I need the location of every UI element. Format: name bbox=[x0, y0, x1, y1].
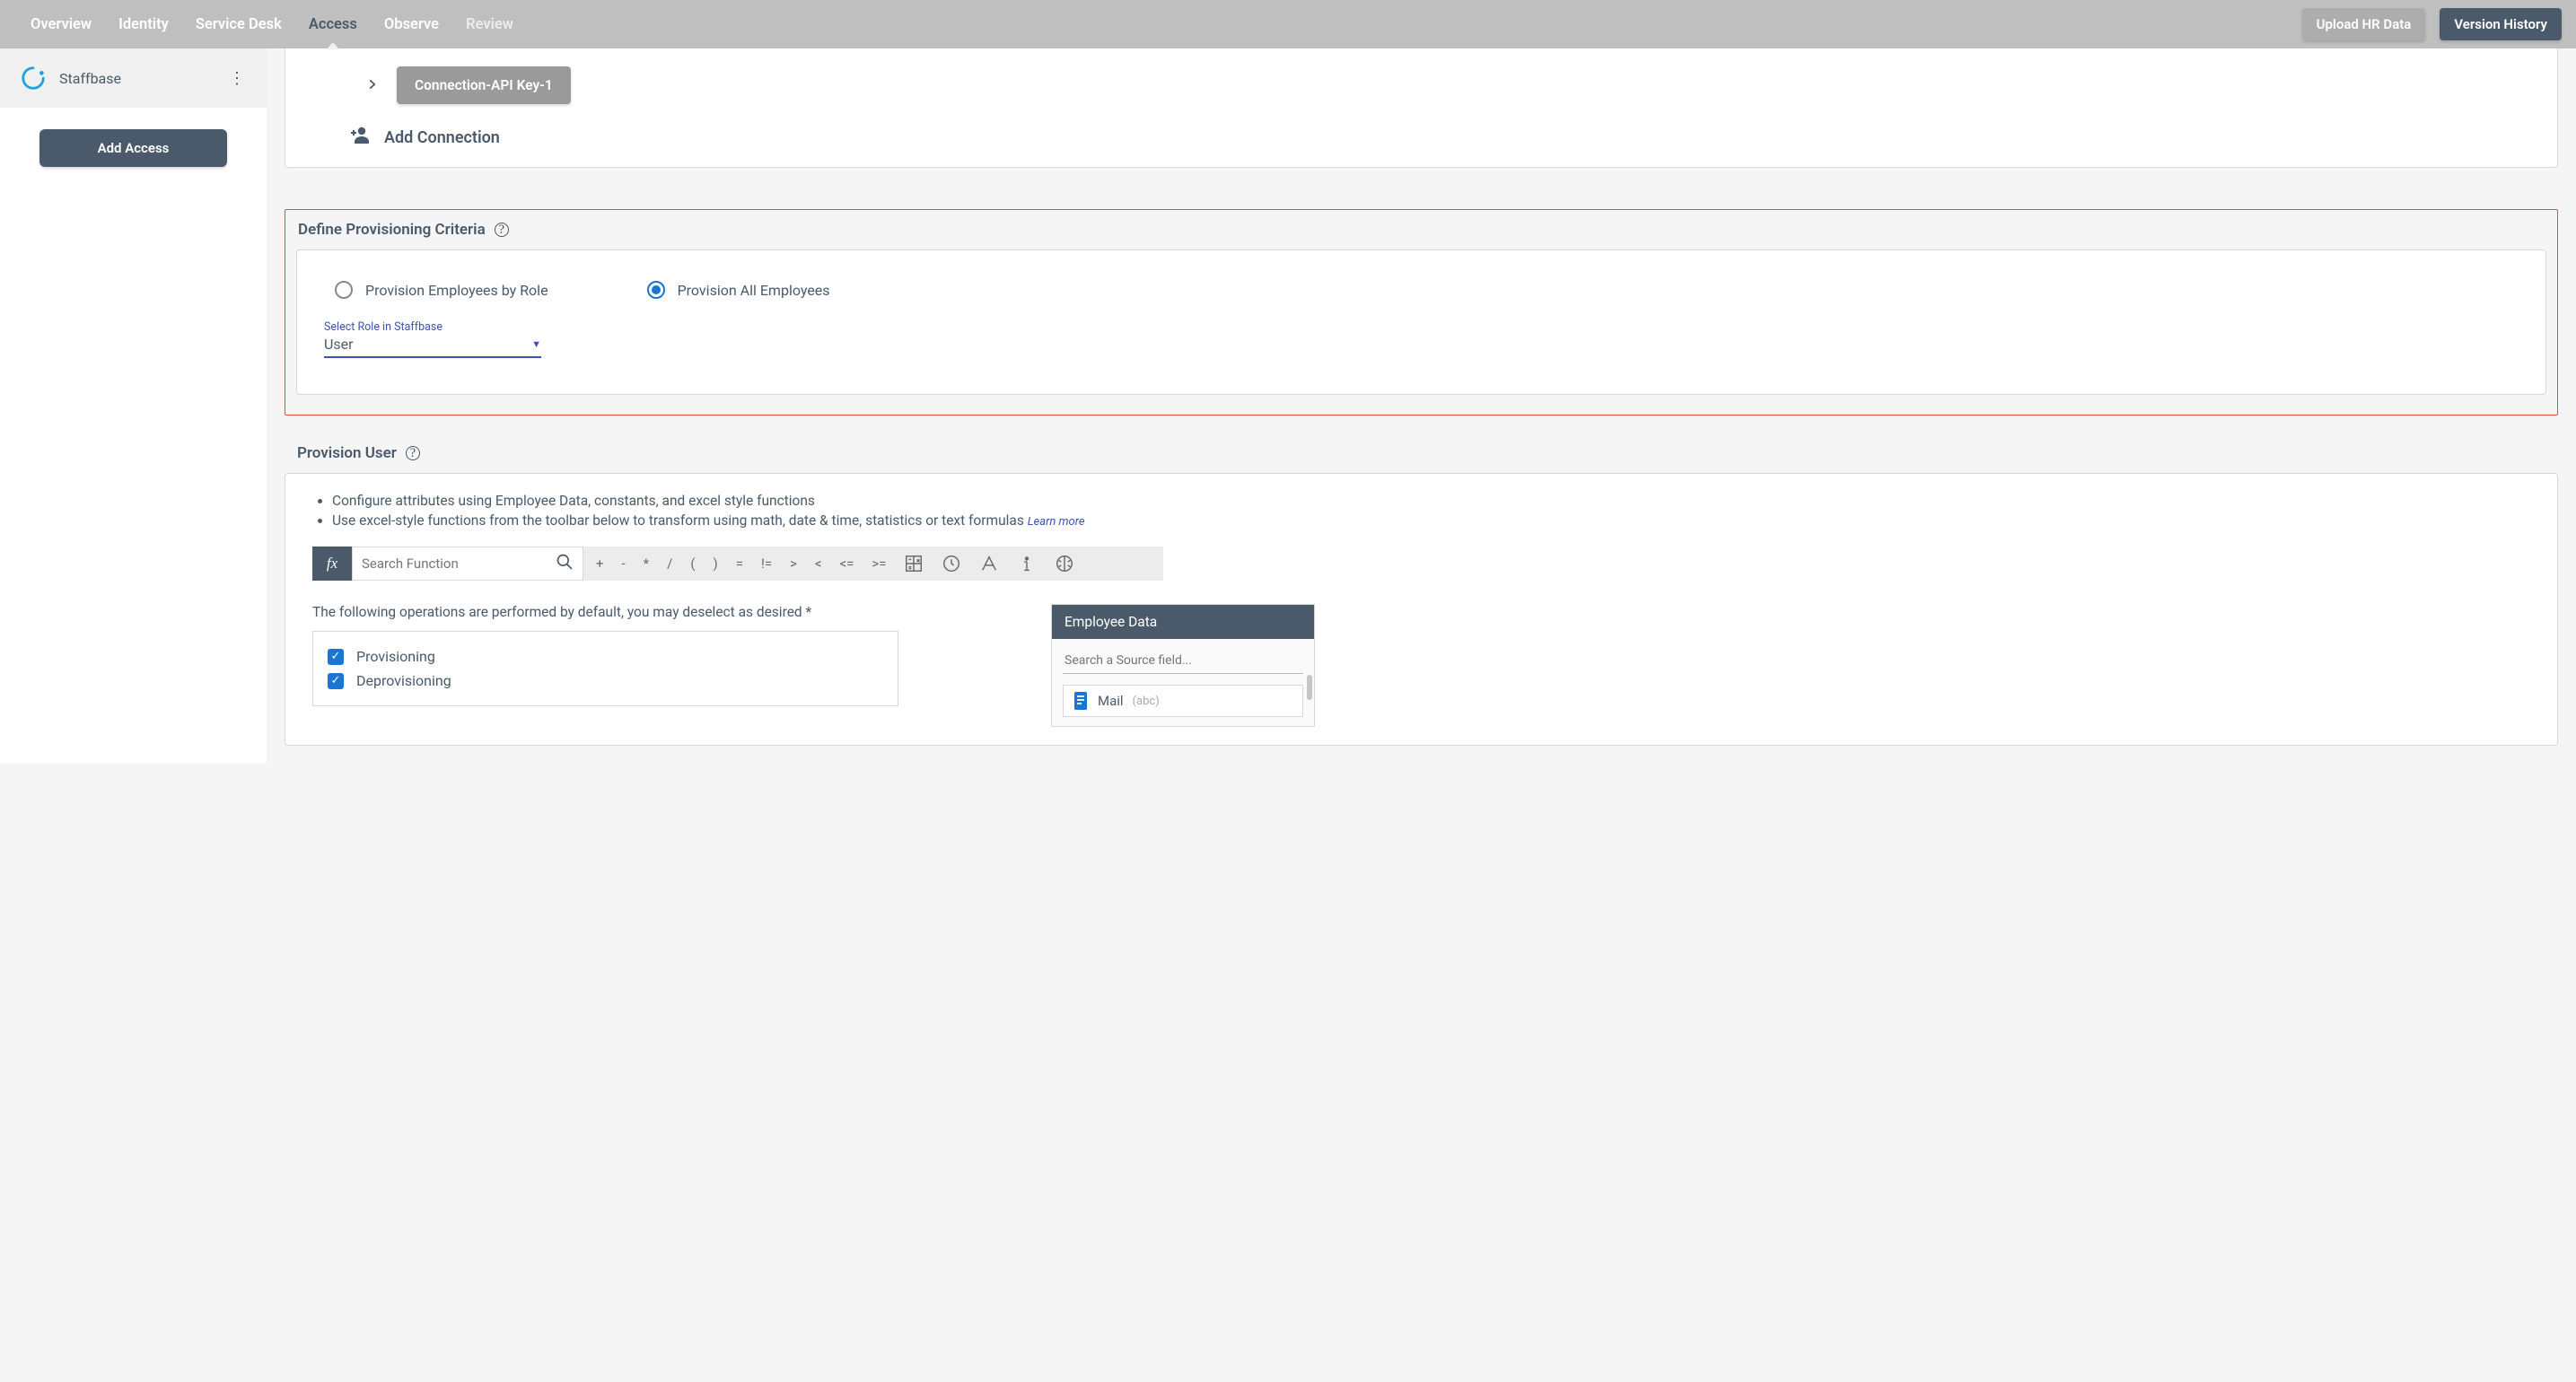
sidebar-app-header[interactable]: Staffbase ⋮ bbox=[0, 48, 267, 108]
provision-user-title: Provision User bbox=[297, 444, 397, 462]
nav-access[interactable]: Access bbox=[309, 1, 357, 48]
help-icon[interactable]: ? bbox=[495, 223, 509, 237]
bullet-1: Configure attributes using Employee Data… bbox=[332, 492, 2530, 512]
provision-user-section: Provision User ? Configure attributes us… bbox=[285, 433, 2558, 746]
role-select[interactable]: Select Role in Staffbase User ▼ bbox=[308, 320, 2535, 358]
radio-checked-icon bbox=[647, 281, 665, 299]
add-connection-row[interactable]: Add Connection bbox=[312, 117, 2530, 149]
nav-identity[interactable]: Identity bbox=[118, 1, 169, 48]
checkbox-provisioning[interactable]: ✓ Provisioning bbox=[328, 644, 883, 669]
bullet-2: Use excel-style functions from the toolb… bbox=[332, 512, 2530, 531]
datetime-category-icon[interactable] bbox=[942, 554, 961, 573]
employee-data-panel: Employee Data Mail (abc) bbox=[1051, 604, 1315, 727]
op-gt[interactable]: > bbox=[790, 555, 797, 572]
search-function-input[interactable] bbox=[362, 555, 548, 572]
connections-panel: Connection-API Key-1 Add Connection bbox=[285, 48, 2558, 168]
scrollbar[interactable] bbox=[1307, 675, 1312, 726]
sidebar-app-name: Staffbase bbox=[59, 70, 209, 87]
field-card-mail[interactable]: Mail (abc) bbox=[1063, 685, 1303, 717]
logic-category-icon[interactable] bbox=[1055, 554, 1074, 573]
kebab-menu-icon[interactable]: ⋮ bbox=[222, 69, 252, 88]
checkbox-checked-icon: ✓ bbox=[328, 673, 344, 689]
op-eq[interactable]: = bbox=[736, 555, 743, 572]
source-field-search-input[interactable] bbox=[1063, 648, 1303, 674]
op-lt[interactable]: < bbox=[815, 555, 822, 572]
formula-toolbar: fx + - * / ( ) = bbox=[312, 547, 2530, 581]
version-history-button[interactable]: Version History bbox=[2440, 8, 2562, 40]
operator-toolbar: + - * / ( ) = != > < <= >= bbox=[583, 547, 1163, 581]
info-category-icon[interactable] bbox=[1017, 554, 1037, 573]
caret-down-icon: ▼ bbox=[531, 338, 541, 350]
add-person-icon bbox=[348, 126, 370, 149]
upload-hr-data-button[interactable]: Upload HR Data bbox=[2302, 8, 2426, 40]
radio-unchecked-icon bbox=[335, 281, 353, 299]
operations-list: ✓ Provisioning ✓ Deprovisioning bbox=[312, 631, 898, 706]
op-minus[interactable]: - bbox=[622, 555, 626, 572]
connection-chip[interactable]: Connection-API Key-1 bbox=[397, 66, 571, 104]
main-content: Connection-API Key-1 Add Connection Defi… bbox=[267, 48, 2576, 764]
nav-tabs: Overview Identity Service Desk Access Ob… bbox=[14, 1, 513, 48]
nav-overview[interactable]: Overview bbox=[31, 1, 92, 48]
add-connection-label: Add Connection bbox=[384, 128, 500, 147]
search-function-field[interactable] bbox=[352, 547, 583, 581]
op-multiply[interactable]: * bbox=[644, 555, 649, 572]
operations-instruction: The following operations are performed b… bbox=[312, 604, 898, 620]
op-divide[interactable]: / bbox=[667, 555, 672, 572]
nav-observe[interactable]: Observe bbox=[384, 1, 439, 48]
op-plus[interactable]: + bbox=[596, 555, 604, 572]
nav-review[interactable]: Review bbox=[466, 1, 513, 48]
search-icon[interactable] bbox=[556, 553, 574, 574]
op-lparen[interactable]: ( bbox=[690, 555, 695, 572]
staffbase-logo-icon bbox=[20, 65, 47, 92]
fx-icon: fx bbox=[312, 547, 352, 581]
math-category-icon[interactable] bbox=[904, 554, 924, 573]
checkbox-checked-icon: ✓ bbox=[328, 649, 344, 665]
chevron-right-icon[interactable] bbox=[366, 77, 379, 94]
radio-provision-all[interactable]: Provision All Employees bbox=[647, 281, 830, 299]
document-icon bbox=[1073, 691, 1089, 711]
radio-provision-by-role[interactable]: Provision Employees by Role bbox=[335, 281, 548, 299]
sidebar: Staffbase ⋮ Add Access bbox=[0, 48, 267, 764]
help-icon[interactable]: ? bbox=[406, 446, 420, 460]
define-criteria-section: Define Provisioning Criteria ? Provision… bbox=[285, 209, 2558, 415]
top-nav-bar: Overview Identity Service Desk Access Ob… bbox=[0, 0, 2576, 48]
op-gte[interactable]: >= bbox=[872, 555, 886, 572]
op-lte[interactable]: <= bbox=[840, 555, 854, 572]
topbar-actions: Upload HR Data Version History bbox=[2302, 8, 2562, 40]
learn-more-link[interactable]: Learn more bbox=[1028, 515, 1085, 529]
employee-data-header: Employee Data bbox=[1052, 605, 1314, 639]
text-category-icon[interactable] bbox=[979, 554, 999, 573]
criteria-title: Define Provisioning Criteria bbox=[298, 221, 486, 239]
add-access-button[interactable]: Add Access bbox=[39, 129, 227, 167]
op-neq[interactable]: != bbox=[761, 555, 772, 572]
op-rparen[interactable]: ) bbox=[713, 555, 717, 572]
checkbox-deprovisioning[interactable]: ✓ Deprovisioning bbox=[328, 669, 883, 693]
nav-service-desk[interactable]: Service Desk bbox=[196, 1, 282, 48]
